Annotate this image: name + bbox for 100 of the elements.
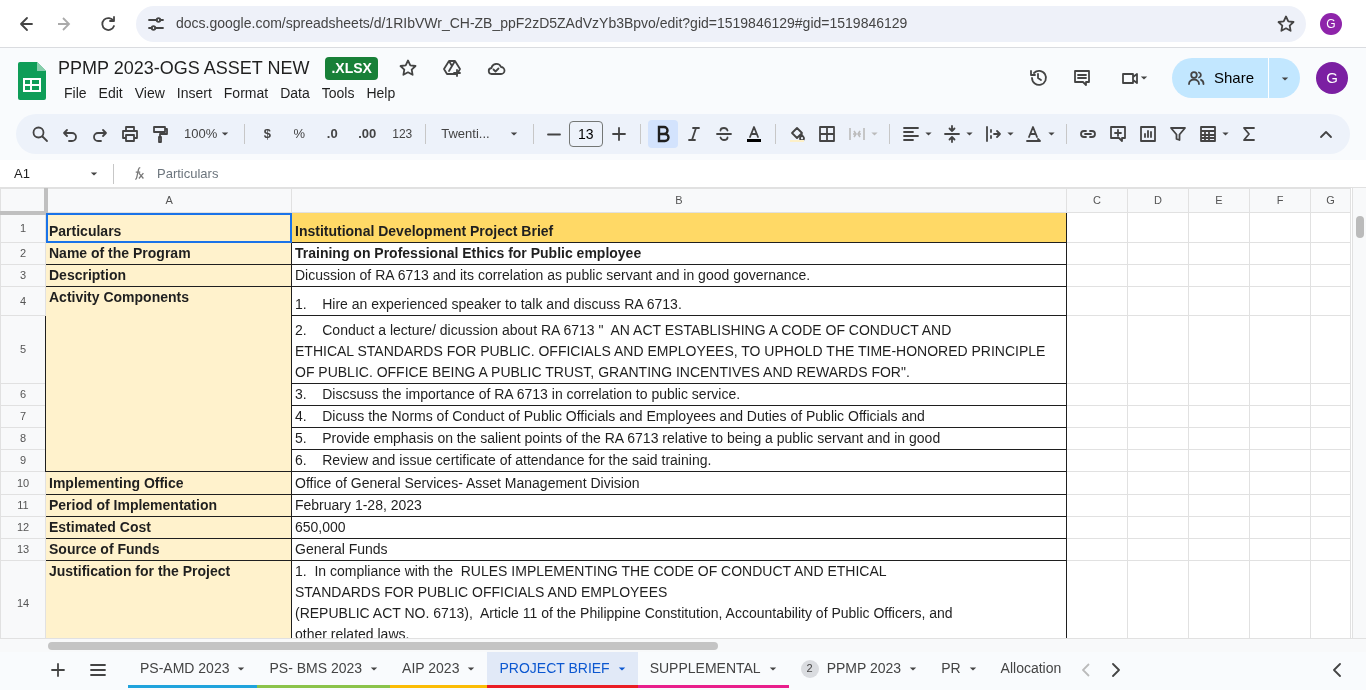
table-cell[interactable]: Training on Professional Ethics for Public employee [291,242,1067,265]
table-cell[interactable]: Implementing Office [45,471,292,495]
sheet-tab[interactable]: PS-AMD 2023 [128,652,258,688]
sheet-tab[interactable]: 2 PPMP 2023 [788,652,930,688]
font-size-field[interactable]: 13 [568,121,603,147]
table-cell[interactable]: Estimated Cost [45,516,292,539]
spreadsheet-logo-icon[interactable] [18,62,46,100]
increase-decimal-button[interactable]: .00 [350,120,385,148]
row-header[interactable]: 10 [0,471,46,495]
menu-item[interactable]: Data [274,82,316,105]
insert-chart-icon [1137,124,1158,144]
table-cell[interactable]: Justification for the Project [45,560,292,638]
table-cell[interactable]: Name of the Program [45,242,292,265]
table-cell[interactable]: Institutional Development Project Brief [291,212,1067,243]
row-header[interactable]: 13 [0,538,46,561]
row-header[interactable]: 12 [0,516,46,539]
decrease-font-size-icon [546,132,561,136]
menu-item[interactable]: Format [217,82,275,105]
row-header[interactable]: 2 [0,242,46,265]
menu-item[interactable]: Insert [170,82,218,105]
table-cell[interactable]: Activity Components [45,286,292,472]
column-header[interactable]: F [1249,188,1311,213]
sheet-tab[interactable]: SUPPLEMENTAL [637,652,789,688]
scroll-tabs-right-icon [1110,663,1121,677]
column-header[interactable]: E [1188,188,1250,213]
caret-icon [1280,76,1289,81]
profile-avatar[interactable]: G [1320,12,1342,35]
menu-item[interactable]: View [128,82,171,105]
name-box[interactable]: A1 [14,163,98,184]
table-cell[interactable]: February 1-28, 2023 [291,494,1067,517]
caret-icon [370,666,379,671]
comments-icon [1071,68,1092,88]
row-header[interactable]: 3 [0,264,46,287]
sheet-tab[interactable]: PR [929,652,989,688]
column-header[interactable]: G [1310,188,1351,213]
bookmark-star-icon [1276,13,1296,34]
row-header[interactable]: 6 [0,383,46,406]
caret-icon [1006,132,1014,136]
star-icon [397,58,418,78]
table-cell[interactable]: 1. Hire an experienced speaker to talk and discuss RA 6713. [291,286,1067,316]
print-icon [120,124,140,144]
table-cell[interactable]: Particulars [45,212,292,243]
borders-icon [816,124,837,144]
row-header[interactable]: 7 [0,405,46,428]
menu-item[interactable]: Edit [92,82,129,105]
currency-format-button[interactable]: $ [252,120,283,148]
caret-icon [1047,132,1055,136]
share-button[interactable]: Share [1171,58,1268,98]
table-cell[interactable]: Period of Implementation [45,494,292,517]
table-cell[interactable]: General Funds [291,538,1067,561]
font-dropdown[interactable]: Twenti... [433,120,526,148]
table-cell[interactable]: 4. Dicuss the Norms of Conduct of Public Officials and Employees and Duties of Public Officials and [291,405,1067,428]
horizontal-scrollbar[interactable] [0,638,1366,652]
cell-reference: A1 [14,164,30,183]
more-formats-button[interactable]: 123 [386,120,419,148]
caret-icon [909,666,918,671]
scroll-tabs-left-icon [1082,663,1093,677]
table-cell[interactable]: 650,000 [291,516,1067,539]
sheet-tab[interactable]: PS- BMS 2023 [257,652,391,688]
vertical-align-icon [941,124,962,144]
row-header[interactable]: 5 [0,315,46,384]
table-cell[interactable]: 3. Discsuss the importance of RA 6713 in correlation to public service. [291,383,1067,406]
address-bar[interactable]: docs.google.com/spreadsheets/d/1RIbVWr_CH-ZB_ppF2zD5ZAdVzYb3Bpvo/edit?gid=1519846129#gid=1519846129 [136,5,1306,42]
row-header[interactable]: 14 [0,560,46,638]
sheet-tab[interactable]: PROJECT BRIEF [487,652,638,688]
bold-button[interactable] [647,120,678,148]
caret-icon [965,132,973,136]
menu-item[interactable]: File [58,82,93,105]
search-icon [30,124,50,144]
row-header[interactable]: 11 [0,494,46,517]
table-cell[interactable]: 2. Conduct a lecture/ dicussion about RA 6713 " AN ACT ESTABLISHING A CODE OF CONDUCT AND ETHICAL STANDARDS FOR PUBLIC. OFFICIALS AND EMPLOYEES, TO UPHOLD THE TIME-HONORED PRINCIPLE OF PUBLIC. OFFICE BEING A PUBLIC TRUST, GRANTING INCENTIVES AND REWARDS FOR". [291,315,1067,384]
table-cell[interactable]: 6. Review and issue certificate of attendance for the said training. [291,449,1067,472]
column-header[interactable]: A [45,188,292,213]
column-header[interactable]: B [291,188,1067,213]
row-header[interactable]: 8 [0,427,46,450]
caret-icon [1221,132,1229,136]
column-header[interactable]: C [1066,188,1128,213]
decrease-decimal-button[interactable]: .0 [316,120,349,148]
vertical-scrollbar[interactable] [1352,188,1366,638]
paint-format-icon [150,124,170,144]
menu-item[interactable]: Tools [315,82,361,105]
table-cell[interactable]: Description [45,264,292,287]
sheet-tab[interactable]: Allocation [988,652,1074,688]
column-header[interactable]: D [1127,188,1189,213]
table-cell[interactable]: 5. Provide emphasis on the salient points of the RA 6713 relative to being a public servant and in good [291,427,1067,450]
table-cell[interactable]: Source of Funds [45,538,292,561]
caret-icon [237,666,246,671]
table-cell[interactable]: Office of General Services- Asset Management Division [291,471,1067,495]
percent-format-button[interactable]: % [284,120,315,148]
formula-content[interactable]: Particulars [157,163,219,184]
document-title[interactable]: PPMP 2023-OGS ASSET NEW [58,54,310,82]
row-header[interactable]: 4 [0,286,46,316]
table-cell[interactable]: Dicussion of RA 6713 and its correlation as public servant and in good governance. [291,264,1067,287]
menu-item[interactable]: Help [360,82,402,105]
caret-icon [968,666,977,671]
account-avatar[interactable]: G [1316,62,1348,94]
row-header[interactable]: 9 [0,449,46,472]
reload-icon [98,13,118,34]
url-text: docs.google.com/spreadsheets/d/1RIbVWr_CH-ZB_ppF2zD5ZAdVzYb3Bpvo/edit?gid=1519846129#gid=1519846129 [176,14,909,33]
zoom-dropdown[interactable]: 100% [176,120,238,148]
